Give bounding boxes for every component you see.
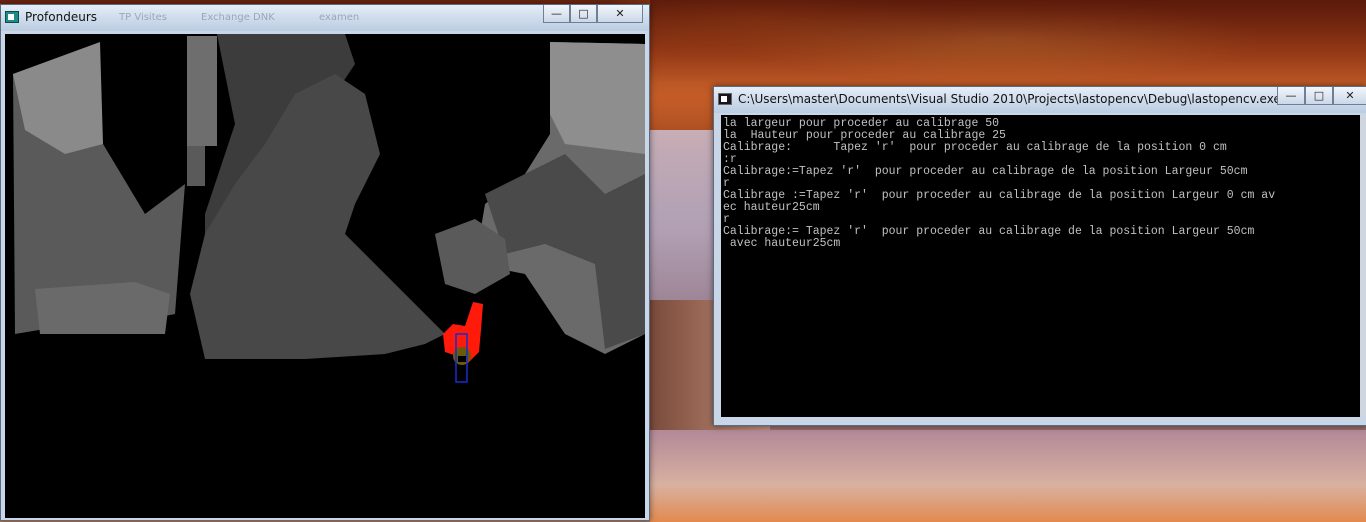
console-window-titlebar[interactable]: C:\Users\master\Documents\Visual Studio … bbox=[714, 87, 1366, 113]
console-output-area[interactable]: la largeur pour proceder au calibrage 50… bbox=[721, 115, 1366, 417]
close-button[interactable]: ✕ bbox=[597, 5, 643, 23]
ghost-title: examen bbox=[319, 12, 360, 23]
minimize-button[interactable]: — bbox=[1277, 87, 1305, 105]
depth-window: Profondeurs TP Visites Exchange DNK exam… bbox=[0, 4, 650, 521]
depth-image[interactable] bbox=[5, 34, 645, 518]
maximize-button[interactable]: □ bbox=[570, 5, 597, 23]
depth-window-title: Profondeurs bbox=[25, 10, 97, 24]
ghost-title: Exchange DNK bbox=[201, 12, 275, 23]
maximize-button[interactable]: □ bbox=[1305, 87, 1333, 105]
depth-left-box bbox=[35, 282, 170, 334]
ghost-title: TP Visites bbox=[119, 12, 167, 23]
console-icon bbox=[718, 93, 732, 105]
close-button[interactable]: ✕ bbox=[1333, 87, 1366, 105]
minimize-button[interactable]: — bbox=[543, 5, 570, 23]
console-line: Calibrage: Tapez 'r' pour proceder au ca… bbox=[723, 141, 1227, 154]
console-window-title: C:\Users\master\Documents\Visual Studio … bbox=[738, 92, 1281, 106]
depth-door-post bbox=[187, 146, 205, 186]
depth-window-titlebar[interactable]: Profondeurs TP Visites Exchange DNK exam… bbox=[1, 5, 649, 31]
console-line: ec hauteur25cm bbox=[723, 201, 820, 214]
wallpaper-canyon-floor bbox=[650, 430, 1366, 522]
depth-right-wall-light bbox=[550, 42, 645, 154]
console-line: Calibrage:=Tapez 'r' pour proceder au ca… bbox=[723, 165, 1248, 178]
app-icon bbox=[5, 11, 19, 23]
console-output: la largeur pour proceder au calibrage 50… bbox=[721, 115, 1366, 250]
console-scrollbar[interactable] bbox=[1360, 115, 1366, 417]
depth-door-frame bbox=[187, 36, 217, 146]
console-window: C:\Users\master\Documents\Visual Studio … bbox=[713, 86, 1366, 426]
depth-map-svg bbox=[5, 34, 645, 518]
tracking-marker-core bbox=[458, 356, 466, 362]
console-line: avec hauteur25cm bbox=[723, 237, 841, 250]
